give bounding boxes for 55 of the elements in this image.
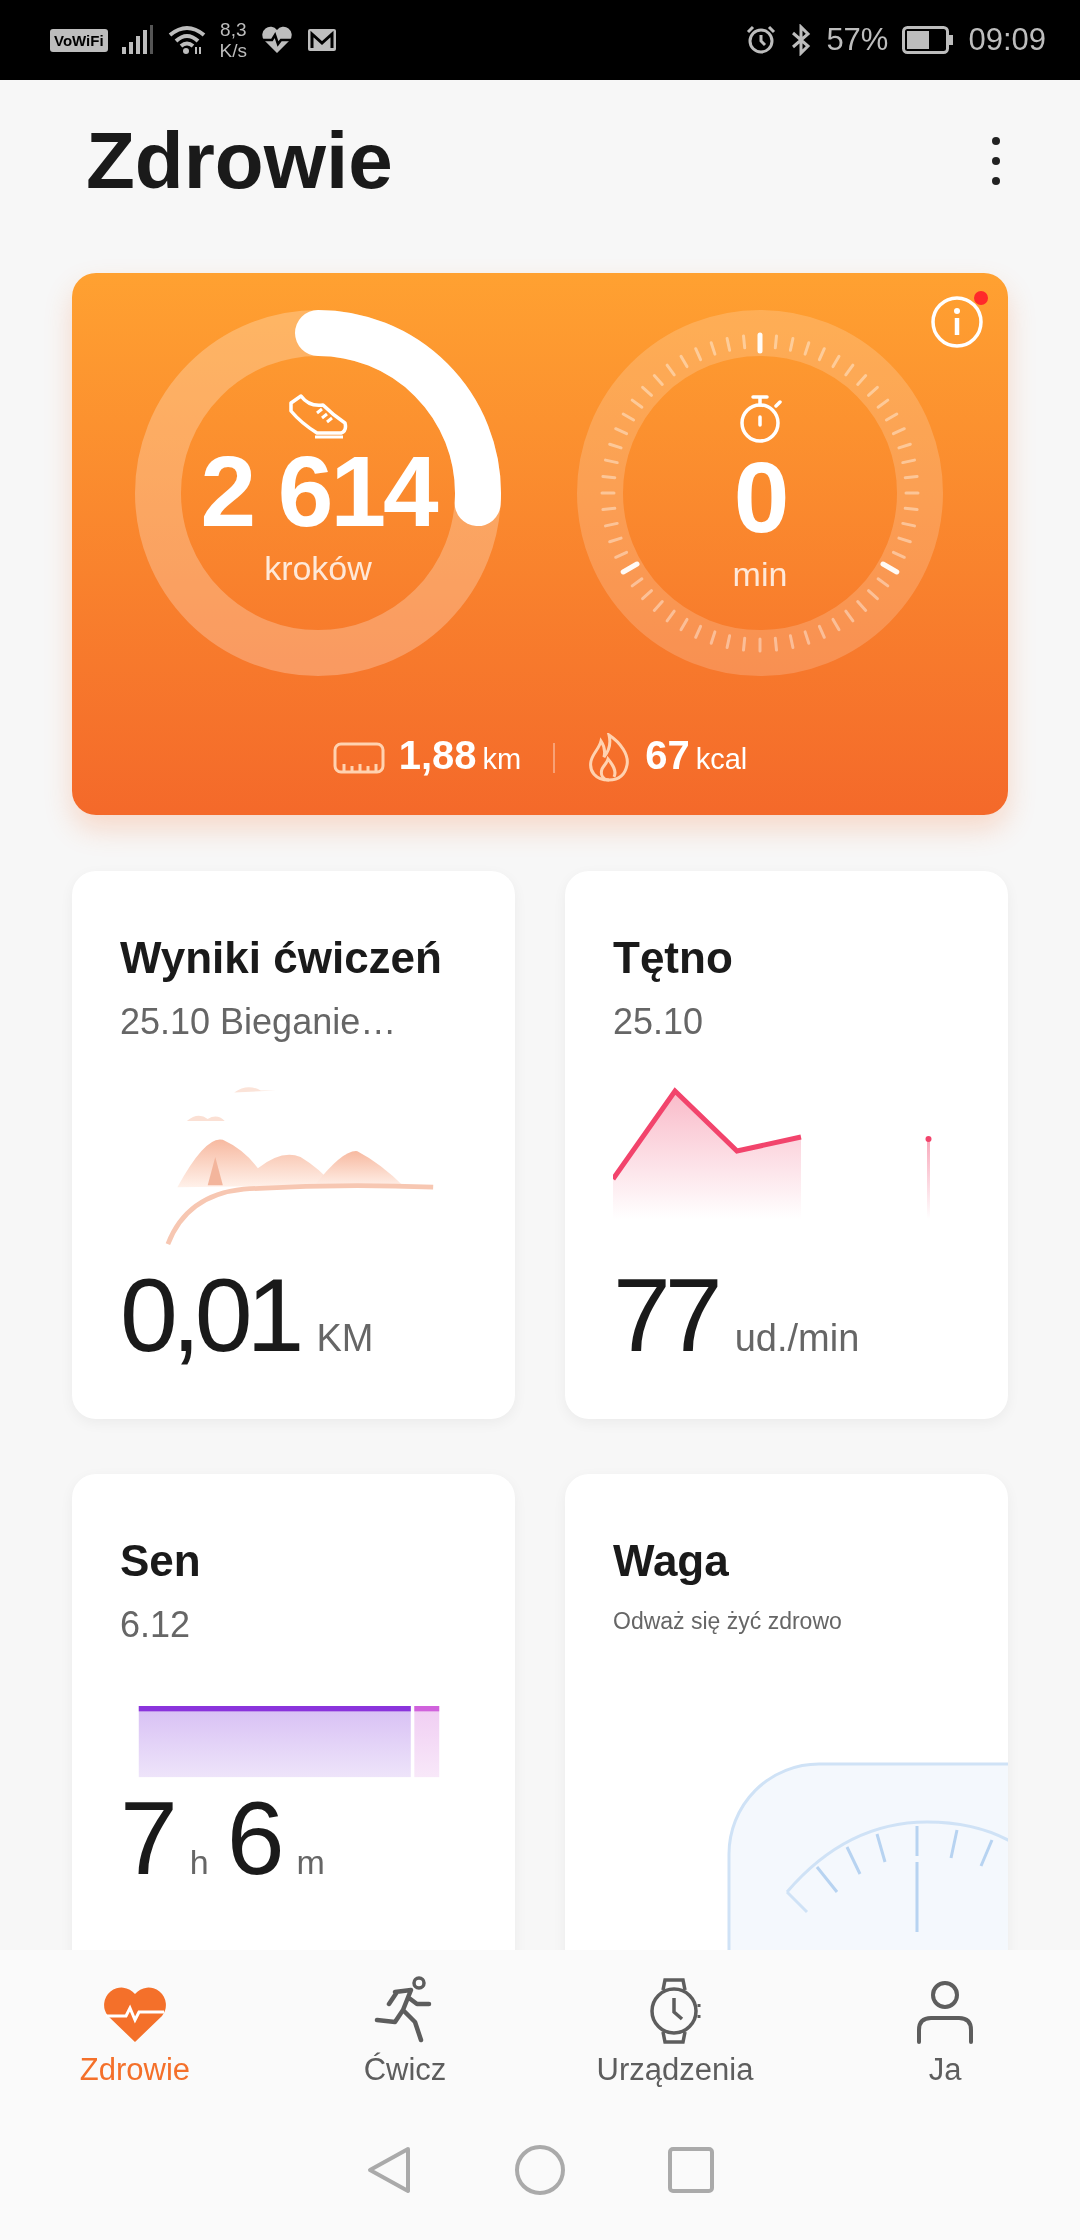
vowifi-badge: VoWiFi: [50, 28, 108, 52]
nav-tab[interactable]: Ja: [810, 1950, 1080, 2100]
calories-value: 67: [645, 733, 690, 778]
heart-rate-icon: [261, 26, 294, 54]
battery-percent: 57%: [826, 22, 889, 58]
wifi-icon: [167, 25, 206, 55]
exercise-card[interactable]: Wyniki ćwiczeń 25.10 Bieganie… 0,01 KM: [72, 871, 515, 1419]
ruler-icon: [332, 742, 385, 774]
alarm-icon: [746, 25, 777, 55]
sleep-duration-value: 7: [120, 1786, 174, 1890]
sleep-duration-unit: m: [296, 1843, 325, 1882]
back-button[interactable]: [366, 2145, 412, 2195]
heart-card[interactable]: Tętno 25.10 77 ud./min: [565, 871, 1008, 1419]
flame-icon: [587, 733, 632, 783]
nav-tab[interactable]: Ćwicz: [270, 1950, 540, 2100]
sleep-bar: [414, 1706, 440, 1778]
card-title: Sen: [120, 1536, 202, 1586]
shoe-icon: [287, 393, 349, 439]
home-button[interactable]: [514, 2144, 566, 2196]
heart-icon: [102, 1986, 168, 2044]
card-unit: ud./min: [734, 1317, 860, 1360]
page-title: Zdrowie: [86, 115, 393, 207]
bluetooth-icon: [790, 24, 813, 56]
signal-icon: [121, 25, 154, 55]
distance-unit: km: [482, 743, 522, 776]
card-value: 0,01: [120, 1263, 300, 1367]
nav-tab[interactable]: Urządzenia: [540, 1950, 810, 2100]
calories-unit: kcal: [695, 743, 748, 776]
network-speed: 8,3: [220, 19, 247, 40]
distance-value: 1,88: [398, 733, 477, 778]
steps-unit: kroków: [264, 549, 372, 588]
card-subtitle: 25.10: [613, 1001, 705, 1043]
network-speed-unit: K/s: [219, 40, 248, 61]
card-subtitle: 25.10 Bieganie…: [120, 1001, 398, 1043]
mail-icon: [307, 28, 338, 52]
card-title: Waga: [613, 1536, 730, 1586]
person-icon: [916, 1980, 974, 2044]
weight-card[interactable]: Waga Odważ się żyć zdrowo: [565, 1474, 1008, 1950]
card-title: Wyniki ćwiczeń: [120, 933, 443, 983]
card-unit: KM: [316, 1317, 374, 1360]
steps-count: 2 614: [199, 439, 438, 543]
sleep-duration-value: 6: [226, 1786, 281, 1890]
sleep-duration-unit: h: [189, 1843, 209, 1882]
watch-icon: [648, 1978, 702, 2044]
active-minutes-unit: min: [732, 555, 788, 594]
active-minutes: 0: [732, 445, 788, 549]
card-subtitle: 6.12: [120, 1604, 192, 1646]
card-subtitle: Odważ się żyć zdrowo: [613, 1608, 843, 1635]
card-value: 77: [613, 1263, 719, 1367]
info-button[interactable]: [930, 295, 984, 349]
sleep-card[interactable]: Sen 6.12 7 h 6 m: [72, 1474, 515, 1950]
card-title: Tętno: [613, 933, 734, 983]
clock-time: 09:09: [968, 22, 1046, 58]
battery-icon: [902, 26, 955, 54]
recents-button[interactable]: [668, 2147, 714, 2193]
